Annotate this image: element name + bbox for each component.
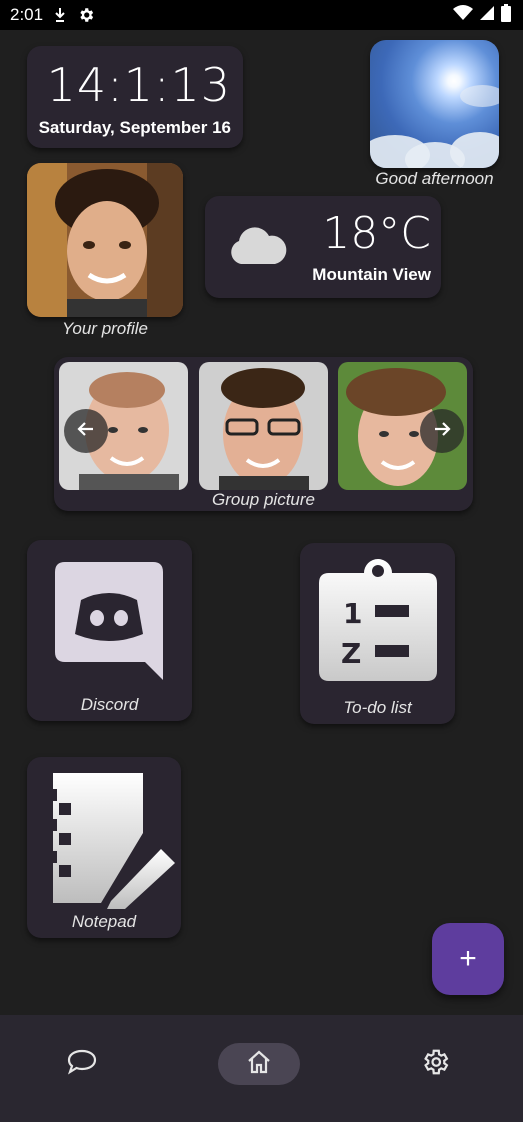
settings-icon	[420, 1047, 450, 1082]
svg-text:Z: Z	[341, 637, 361, 670]
group-caption: Group picture	[212, 490, 315, 509]
discord-icon	[55, 562, 165, 682]
nav-home[interactable]	[218, 1043, 300, 1085]
arrow-left-icon	[76, 419, 96, 444]
clock-widget[interactable]: 14:1:13 Saturday, September 16	[27, 46, 243, 148]
next-photo-button[interactable]	[420, 409, 464, 453]
settings-gear-icon	[77, 6, 95, 24]
battery-icon	[501, 3, 511, 27]
status-bar: 2:01	[0, 0, 523, 30]
add-widget-button[interactable]: +	[432, 923, 504, 995]
download-icon	[53, 7, 67, 23]
notepad-label: Notepad	[71, 912, 137, 931]
todo-list-icon: 1 Z	[319, 551, 437, 681]
profile-picture[interactable]	[27, 163, 183, 317]
notepad-app-tile[interactable]: Notepad	[27, 757, 181, 938]
greeting-caption: Good afternoon	[375, 169, 494, 188]
discord-app-tile[interactable]: Discord	[27, 540, 192, 721]
previous-photo-button[interactable]	[64, 409, 108, 453]
nav-chat[interactable]	[41, 1043, 123, 1085]
svg-text:1: 1	[343, 597, 362, 630]
weather-temperature: 18°C	[322, 208, 431, 259]
home-icon	[246, 1050, 272, 1079]
todo-list-app-tile[interactable]: 1 Z To-do list	[300, 543, 455, 724]
group-picture-carousel[interactable]: Group picture	[54, 357, 473, 511]
clock-date: Saturday, September 16	[38, 118, 231, 137]
plus-icon: +	[459, 942, 477, 975]
greeting-photo[interactable]	[370, 40, 499, 168]
weather-widget[interactable]: 18°C Mountain View	[205, 196, 441, 298]
profile-caption: Your profile	[62, 319, 148, 338]
status-time: 2:01	[10, 5, 44, 24]
arrow-right-icon	[432, 419, 452, 444]
clock-time: 14:1:13	[46, 58, 231, 112]
wifi-icon	[453, 4, 473, 26]
signal-icon	[479, 5, 495, 26]
todo-list-label: To-do list	[343, 698, 412, 717]
weather-location: Mountain View	[312, 265, 431, 284]
group-photo	[199, 362, 328, 490]
notepad-icon	[43, 769, 177, 909]
cloud-icon	[227, 226, 287, 271]
nav-settings[interactable]	[394, 1043, 476, 1085]
bottom-navigation	[0, 1015, 523, 1122]
chat-icon	[67, 1049, 97, 1080]
discord-label: Discord	[80, 695, 139, 714]
